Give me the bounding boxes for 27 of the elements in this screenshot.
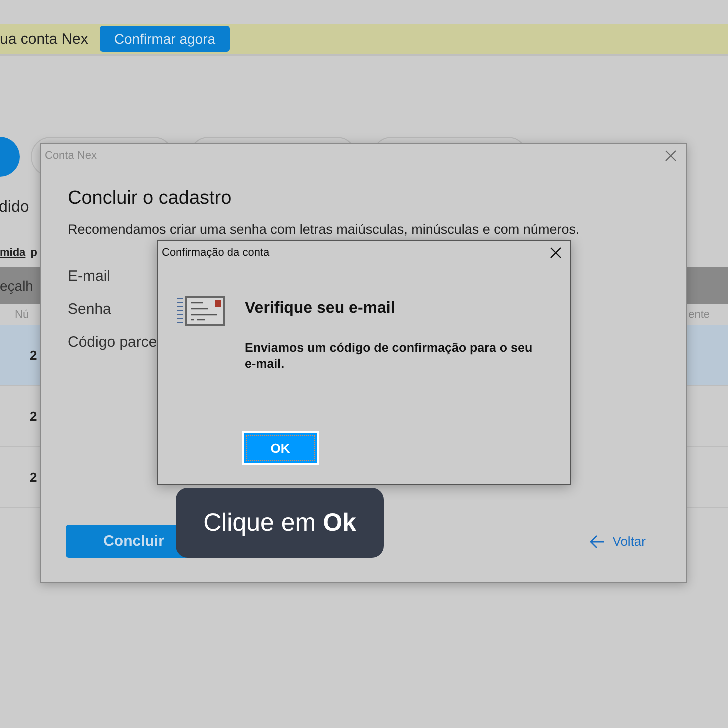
page-heading: dido — [0, 199, 30, 217]
dialog-message: Enviamos um código de confirmação para o seu e-mail. — [245, 340, 534, 372]
banner-text: ua conta Nex — [0, 30, 88, 48]
field-label: E-mail — [68, 268, 111, 285]
dialog-heading: Verifique seu e-mail — [245, 300, 396, 318]
filter-link[interactable]: mida — [0, 247, 26, 259]
ok-button[interactable]: OK — [242, 431, 319, 465]
window-title: Confirmação da conta — [162, 247, 270, 259]
window-title: Conta Nex — [45, 150, 97, 162]
header-bar-text: eçalh — [0, 278, 34, 294]
filter-link[interactable]: p — [30, 247, 38, 259]
field-label: Senha — [68, 301, 112, 318]
table-cell: 2 — [30, 408, 38, 424]
close-icon — [665, 150, 677, 162]
left-arrow-icon — [588, 534, 605, 548]
dialog-description: Recomendamos criar uma senha com letras maiúsculas, minúsculas e com números. — [68, 222, 581, 237]
dialog-heading: Concluir o cadastro — [68, 188, 233, 210]
field-label: Código parce — [68, 334, 158, 351]
envelope-icon — [177, 296, 225, 326]
back-link[interactable]: Voltar — [588, 534, 646, 549]
tooltip: Clique em Ok — [176, 488, 384, 558]
table-cell: 2 — [30, 470, 38, 484]
confirm-button[interactable]: Confirmar agora — [100, 26, 230, 52]
table-cell: 2 — [30, 348, 38, 362]
close-icon — [550, 247, 562, 259]
column-header: Nú — [15, 308, 30, 320]
column-header: ente — [688, 308, 710, 320]
